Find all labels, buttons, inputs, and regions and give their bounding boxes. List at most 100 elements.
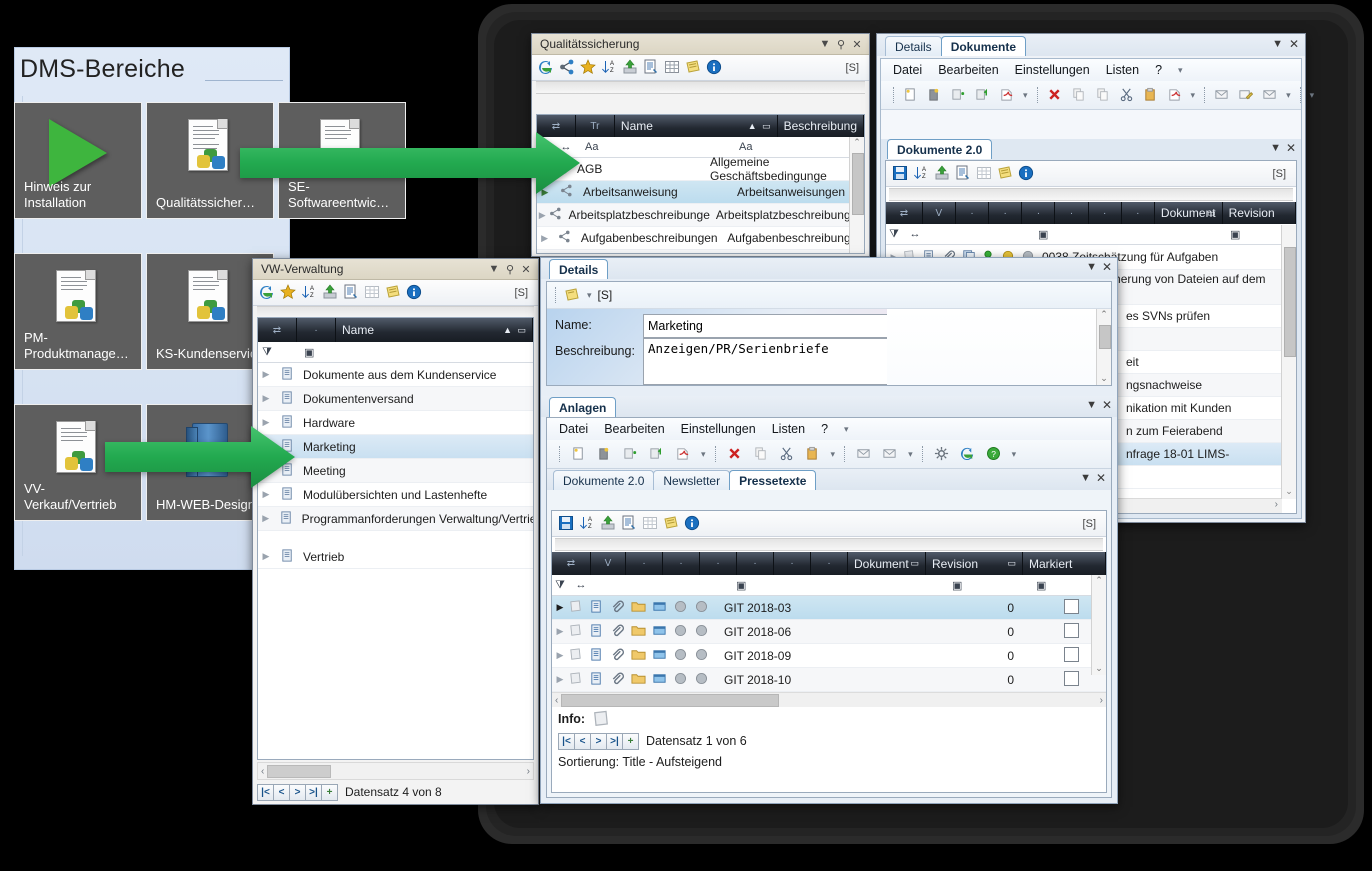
nav-prev-button[interactable]: < bbox=[574, 732, 591, 750]
pt-col-v[interactable]: V bbox=[591, 552, 626, 575]
filter-icon[interactable]: ▭ bbox=[1007, 558, 1016, 569]
mail2-icon[interactable] bbox=[1262, 87, 1277, 104]
paste-icon[interactable] bbox=[1143, 87, 1158, 104]
pin-icon[interactable]: ⚲ bbox=[833, 38, 849, 51]
list-item[interactable]: ▶ Dokumente aus dem Kundenservice bbox=[258, 363, 533, 387]
list-item[interactable]: ▶ Marketing bbox=[258, 435, 533, 459]
copy-icon[interactable] bbox=[1071, 87, 1086, 104]
delete-icon[interactable] bbox=[727, 446, 744, 463]
group-overflow-icon[interactable]: ▾ bbox=[1286, 90, 1291, 101]
table-row[interactable]: ▶ GIT 2018-03 0 bbox=[552, 596, 1106, 620]
pt-col-icon-3[interactable]: · bbox=[700, 552, 737, 575]
tab-dokumente-20[interactable]: Dokumente 2.0 bbox=[887, 139, 993, 159]
chevron-down-icon[interactable]: ▼ bbox=[1086, 399, 1097, 411]
settings-icon[interactable] bbox=[934, 446, 951, 463]
expand-icon[interactable]: ▶ bbox=[552, 602, 568, 613]
expand-icon[interactable]: ▶ bbox=[258, 393, 274, 404]
dok-col-icon-3[interactable]: · bbox=[1022, 202, 1056, 224]
pt-col-revision[interactable]: Revision ▭ bbox=[926, 552, 1023, 575]
star-icon[interactable] bbox=[280, 284, 297, 301]
tab-details[interactable]: Details bbox=[549, 259, 609, 279]
new-doc-icon[interactable] bbox=[571, 446, 588, 463]
pt-col-icon-1[interactable]: · bbox=[626, 552, 663, 575]
new-stack-icon[interactable] bbox=[927, 87, 942, 104]
vw-col-mini[interactable]: · bbox=[297, 318, 336, 342]
chevron-down-icon[interactable]: ▼ bbox=[1080, 472, 1091, 484]
qs-col-name[interactable]: Name ▲ ▭ bbox=[614, 115, 778, 137]
cut-icon[interactable] bbox=[779, 446, 796, 463]
list-item[interactable]: ▶ Vertrieb bbox=[258, 545, 533, 569]
new-stack-icon[interactable] bbox=[597, 446, 614, 463]
new-doc-icon[interactable] bbox=[903, 87, 918, 104]
table-row[interactable]: ▶ Arbeitsanweisung Arbeitsanweisungen bbox=[537, 181, 864, 204]
table-row[interactable]: ▶ GIT 2018-10 0 bbox=[552, 668, 1106, 692]
table-row[interactable]: ▶ AGB Allgemeine Geschäftsbedingunge bbox=[537, 155, 864, 183]
qs-filter-beschreibung[interactable]: Aa bbox=[735, 141, 752, 153]
info-icon[interactable] bbox=[706, 59, 723, 76]
list-item[interactable]: ▶ Dokumentenversand bbox=[258, 387, 533, 411]
add-folder-icon[interactable] bbox=[623, 446, 640, 463]
import-icon[interactable] bbox=[975, 87, 990, 104]
expand-icon[interactable]: ▶ bbox=[552, 674, 568, 685]
export-icon[interactable] bbox=[322, 284, 339, 301]
vertical-scrollbar[interactable]: ⌃ ⌄ bbox=[1091, 575, 1106, 675]
nav-prev-button[interactable]: < bbox=[273, 783, 290, 801]
pdf-icon[interactable] bbox=[675, 446, 692, 463]
save-icon[interactable] bbox=[558, 515, 575, 532]
menu-listen[interactable]: Listen bbox=[772, 422, 805, 436]
mail-icon[interactable] bbox=[856, 446, 873, 463]
note-icon[interactable] bbox=[685, 59, 702, 76]
pt-col-icon-5[interactable]: · bbox=[774, 552, 811, 575]
scroll-down-icon[interactable]: ⌄ bbox=[1282, 486, 1296, 497]
qs-col-beschreibung[interactable]: Beschreibung bbox=[777, 115, 864, 137]
scroll-up-icon[interactable]: ⌃ bbox=[850, 137, 864, 148]
expand-icon[interactable]: ▶ bbox=[258, 513, 273, 524]
table-icon[interactable] bbox=[364, 284, 381, 301]
filter-funnel-icon[interactable]: ⧩ bbox=[552, 579, 568, 592]
close-icon[interactable]: ✕ bbox=[518, 263, 534, 276]
expand-icon[interactable]: ▶ bbox=[552, 626, 568, 637]
nav-add-button[interactable]: + bbox=[321, 783, 338, 801]
info-icon[interactable] bbox=[1018, 165, 1035, 182]
group-overflow-icon[interactable]: ▾ bbox=[831, 449, 836, 460]
nav-next-button[interactable]: > bbox=[590, 732, 607, 750]
filter-funnel-icon[interactable]: ⧩ bbox=[258, 346, 276, 359]
sort-az-icon[interactable]: AZ bbox=[579, 515, 596, 532]
filter-funnel-icon[interactable]: ⧩ bbox=[886, 228, 902, 241]
tab-pressetexte[interactable]: Pressetexte bbox=[729, 470, 817, 490]
info-icon[interactable] bbox=[684, 515, 701, 532]
pdf-icon[interactable] bbox=[999, 87, 1014, 104]
table-icon[interactable] bbox=[976, 165, 993, 182]
dok-filter-dokument[interactable]: ▣ bbox=[928, 228, 1230, 241]
scroll-down-icon[interactable]: ⌄ bbox=[1092, 663, 1106, 674]
chevron-down-icon[interactable]: ▼ bbox=[1272, 38, 1283, 50]
vw-col-name[interactable]: Name ▲ ▭ bbox=[336, 318, 533, 342]
group-overflow-icon[interactable]: ▾ bbox=[1023, 90, 1028, 101]
copy2-icon[interactable] bbox=[1095, 87, 1110, 104]
grid-selector-icon[interactable]: ⇄ bbox=[258, 318, 297, 342]
refresh-icon[interactable] bbox=[960, 446, 977, 463]
scroll-thumb[interactable] bbox=[852, 153, 864, 215]
vertical-scrollbar[interactable]: ⌄ bbox=[1281, 225, 1296, 499]
table-row[interactable]: ▶ GIT 2018-09 0 bbox=[552, 644, 1106, 668]
table-row[interactable]: ▶ Aufgabenbeschreibungen Aufgabenbeschre… bbox=[537, 227, 864, 250]
report-icon[interactable] bbox=[343, 284, 360, 301]
beschreibung-field[interactable]: Anzeigen/PR/Serienbriefe bbox=[643, 338, 889, 385]
vw-filter-name[interactable]: ▣ bbox=[304, 346, 314, 359]
window-titlebar[interactable]: Qualitätssicherung ▼ ⚲ ✕ bbox=[532, 34, 869, 55]
note-icon[interactable] bbox=[385, 284, 402, 301]
report-icon[interactable] bbox=[621, 515, 638, 532]
nav-last-button[interactable]: >| bbox=[305, 783, 322, 801]
share-icon[interactable] bbox=[559, 59, 576, 76]
expand-icon[interactable]: ▶ bbox=[258, 551, 274, 562]
report-icon[interactable] bbox=[643, 59, 660, 76]
group-overflow-icon[interactable]: ▾ bbox=[908, 449, 913, 460]
import-icon[interactable] bbox=[649, 446, 666, 463]
close-icon[interactable]: ✕ bbox=[1289, 37, 1299, 51]
scroll-right-icon[interactable]: › bbox=[1097, 695, 1106, 706]
toolbar-overflow-icon[interactable]: ▾ bbox=[587, 290, 592, 301]
info-icon[interactable] bbox=[406, 284, 423, 301]
vw-filter-row[interactable]: ⧩ ▣ bbox=[258, 342, 533, 363]
menu-overflow-icon[interactable]: ▾ bbox=[1178, 65, 1183, 76]
chevron-down-icon[interactable]: ▼ bbox=[1270, 142, 1281, 154]
